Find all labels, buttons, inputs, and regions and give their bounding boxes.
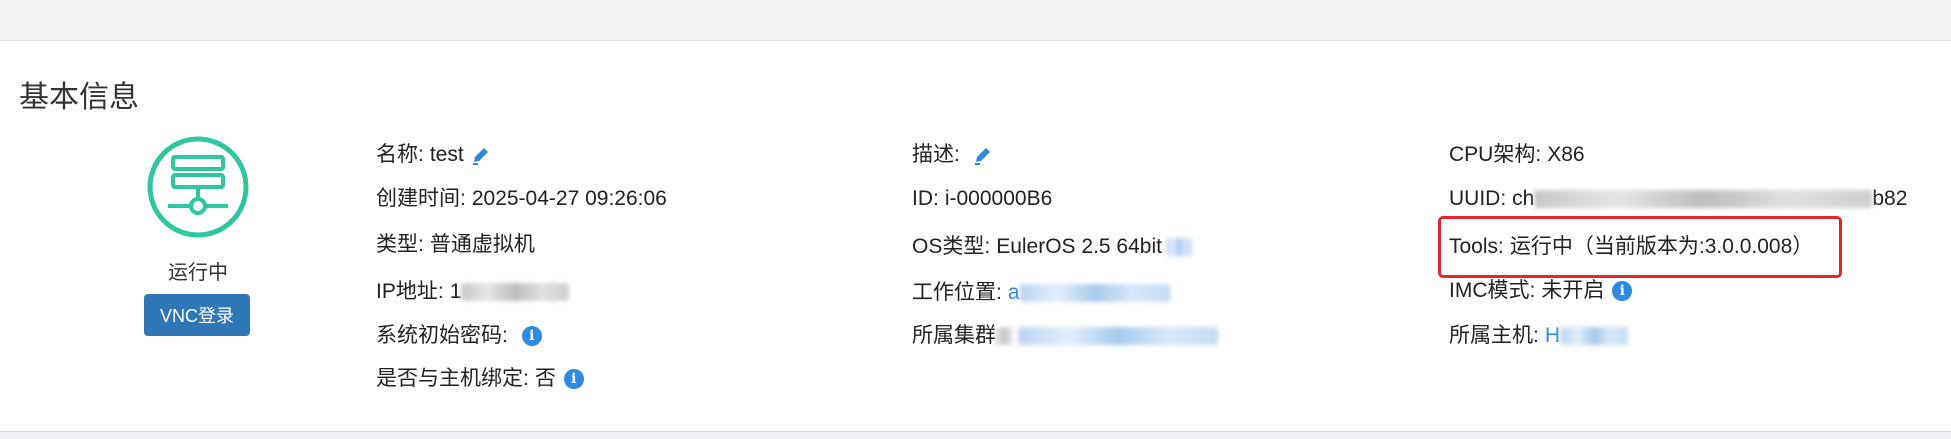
field-imc-mode: IMC模式: 未开启 i <box>1449 276 1633 306</box>
edit-name-icon[interactable] <box>470 144 492 166</box>
field-id: ID: i-000000B6 <box>912 184 1052 214</box>
id-value: i-000000B6 <box>944 187 1053 210</box>
info-icon[interactable]: i <box>521 326 542 346</box>
redacted-cluster-link[interactable] <box>1018 327 1218 345</box>
field-host-binding: 是否与主机绑定: 否 i <box>376 364 584 394</box>
name-value: test <box>429 143 464 166</box>
redacted-host <box>1560 327 1629 345</box>
cluster-label: 所属集群 <box>912 324 996 347</box>
description-label: 描述: <box>912 143 960 166</box>
field-ip: IP地址: 1 <box>376 277 570 307</box>
ip-label: IP地址: <box>376 280 444 303</box>
bottom-bar <box>0 432 1951 439</box>
imc-mode-label: IMC模式: <box>1449 279 1536 302</box>
host-binding-value: 否 <box>534 367 556 390</box>
field-created-time: 创建时间: 2025-04-27 09:26:06 <box>376 184 667 214</box>
type-value: 普通虚拟机 <box>429 233 535 256</box>
field-type: 类型: 普通虚拟机 <box>376 230 535 260</box>
redacted-location <box>1019 284 1170 302</box>
field-init-password: 系统初始密码: i <box>376 321 542 351</box>
redacted-ip <box>461 283 570 301</box>
init-password-label: 系统初始密码: <box>376 324 508 347</box>
type-label: 类型: <box>376 233 424 256</box>
id-label: ID: <box>912 187 939 210</box>
uuid-label: UUID: <box>1449 187 1507 210</box>
field-uuid: UUID: ch b82 <box>1449 184 1907 214</box>
ip-value: 1 <box>449 280 462 303</box>
field-os-type: OS类型: EulerOS 2.5 64bit <box>912 232 1192 262</box>
os-type-value: EulerOS 2.5 64bit <box>996 235 1162 258</box>
section-title: 基本信息 <box>19 81 139 114</box>
os-type-label: OS类型: <box>912 235 991 258</box>
host-label: 所属主机: <box>1449 324 1539 347</box>
vnc-login-button[interactable]: VNC登录 <box>144 294 250 336</box>
cpu-arch-value: X86 <box>1547 143 1585 166</box>
field-location: 工作位置: a <box>912 278 1170 308</box>
field-host: 所属主机: H <box>1449 321 1629 351</box>
imc-mode-value: 未开启 <box>1541 279 1605 302</box>
field-name: 名称: test <box>376 140 492 170</box>
vm-server-icon <box>147 136 249 238</box>
uuid-prefix: ch <box>1512 187 1535 210</box>
info-icon[interactable]: i <box>1612 281 1633 301</box>
redacted-uuid <box>1534 190 1873 208</box>
tools-highlight-box <box>1438 216 1842 278</box>
cpu-arch-label: CPU架构: <box>1449 143 1542 166</box>
top-bar <box>0 0 1951 41</box>
field-description: 描述: <box>912 140 994 170</box>
name-label: 名称: <box>376 143 424 166</box>
host-link[interactable]: H <box>1545 321 1560 351</box>
uuid-suffix: b82 <box>1872 187 1908 210</box>
edit-description-icon[interactable] <box>972 144 994 166</box>
location-link[interactable]: a <box>1008 278 1020 308</box>
info-icon[interactable]: i <box>563 369 584 389</box>
created-value: 2025-04-27 09:26:06 <box>471 187 667 210</box>
location-label: 工作位置: <box>912 281 1002 304</box>
redacted-text <box>1165 238 1192 256</box>
vm-status-label: 运行中 <box>168 262 228 284</box>
created-label: 创建时间: <box>376 187 466 210</box>
host-binding-label: 是否与主机绑定: <box>376 367 529 390</box>
field-cluster: 所属集群 <box>912 321 1218 351</box>
field-cpu-arch: CPU架构: X86 <box>1449 140 1585 170</box>
redacted-text <box>996 327 1012 345</box>
